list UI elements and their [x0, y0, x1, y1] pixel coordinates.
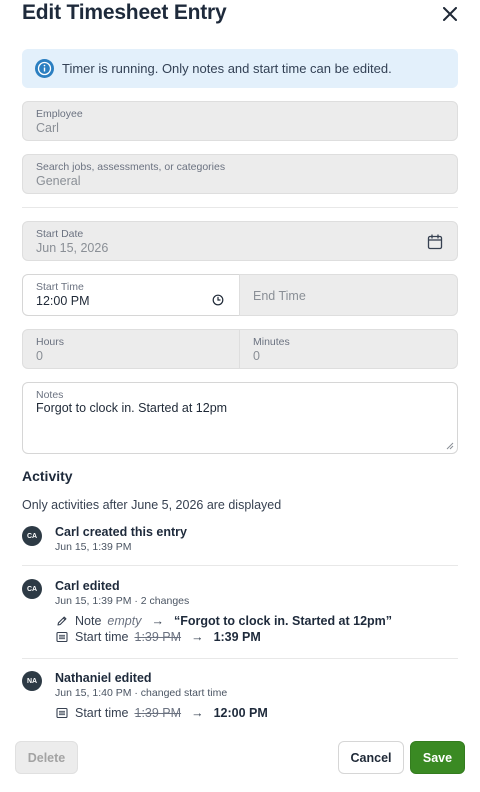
employee-field: Employee Carl — [22, 101, 458, 141]
minutes-value: 0 — [253, 349, 260, 363]
avatar: CA — [22, 579, 42, 599]
change-field: Note — [75, 614, 102, 628]
close-button[interactable] — [438, 2, 462, 26]
start-time-field[interactable]: Start Time 12:00 PM — [22, 274, 240, 316]
start-time-value[interactable]: 12:00 PM — [36, 294, 90, 308]
job-search-value: General — [36, 174, 81, 188]
pencil-icon — [55, 614, 69, 628]
notes-textarea[interactable]: Forgot to clock in. Started at 12pm — [36, 401, 227, 415]
dialog-header: Edit Timesheet Entry — [22, 0, 462, 28]
hours-value: 0 — [36, 349, 43, 363]
employee-label: Employee — [36, 108, 83, 120]
start-date-field: Start Date Jun 15, 2026 — [22, 221, 458, 261]
avatar: NA — [22, 671, 42, 691]
calendar-icon — [427, 234, 443, 250]
form-divider — [22, 207, 458, 208]
employee-value: Carl — [36, 121, 59, 135]
clock-icon[interactable] — [212, 294, 224, 306]
activity-title: Carl edited — [55, 579, 120, 593]
avatar: CA — [22, 526, 42, 546]
job-search-field: Search jobs, assessments, or categories … — [22, 154, 458, 194]
activity-item: CA Carl created this entry Jun 15, 1:39 … — [22, 522, 458, 566]
job-search-label: Search jobs, assessments, or categories — [36, 161, 226, 173]
arrow-icon: → — [191, 706, 204, 720]
minutes-label: Minutes — [253, 336, 290, 348]
change-new-value: 12:00 PM — [213, 706, 268, 720]
notes-label: Notes — [36, 389, 64, 401]
start-date-label: Start Date — [36, 228, 84, 240]
activity-title: Nathaniel edited — [55, 671, 152, 685]
close-icon[interactable] — [443, 7, 457, 21]
arrow-icon: → — [191, 630, 204, 644]
list-icon — [55, 706, 69, 720]
change-new-value: 1:39 PM — [213, 630, 261, 644]
change-row: Start time 1:39 PM → 12:00 PM — [55, 706, 268, 720]
activity-meta: Jun 15, 1:39 PM — [55, 541, 132, 553]
minutes-field: Minutes 0 — [239, 329, 458, 369]
resize-handle-icon[interactable] — [446, 442, 454, 450]
end-time-placeholder: End Time — [253, 289, 306, 303]
change-old-value: 1:39 PM — [134, 706, 182, 720]
activity-divider — [22, 565, 458, 566]
end-time-field: End Time — [239, 274, 458, 316]
cancel-button[interactable]: Cancel — [338, 741, 404, 774]
activity-meta: Jun 15, 1:40 PM · changed start time — [55, 687, 228, 699]
save-button[interactable]: Save — [410, 741, 465, 774]
arrow-icon: → — [151, 614, 164, 628]
list-icon — [55, 630, 69, 644]
activity-meta: Jun 15, 1:39 PM · 2 changes — [55, 595, 190, 607]
change-row: Start time 1:39 PM → 1:39 PM — [55, 630, 261, 644]
activity-divider — [22, 658, 458, 659]
hours-label: Hours — [36, 336, 65, 348]
start-date-value: Jun 15, 2026 — [36, 241, 109, 255]
dialog-title: Edit Timesheet Entry — [22, 1, 227, 24]
change-new-value: “Forgot to clock in. Started at 12pm” — [173, 614, 393, 628]
banner-text: Timer is running. Only notes and start t… — [62, 61, 392, 76]
activity-item: CA Carl edited Jun 15, 1:39 PM · 2 chang… — [22, 576, 458, 659]
delete-button[interactable]: Delete — [15, 741, 78, 774]
info-icon — [35, 59, 54, 78]
timer-running-banner: Timer is running. Only notes and start t… — [22, 49, 458, 88]
change-field: Start time — [75, 630, 129, 644]
activity-info: Only activities after June 5, 2026 are d… — [22, 498, 282, 512]
change-old-value: 1:39 PM — [134, 630, 182, 644]
start-time-label: Start Time — [36, 281, 84, 293]
change-row: Note empty → “Forgot to clock in. Starte… — [55, 614, 392, 628]
activity-item: NA Nathaniel edited Jun 15, 1:40 PM · ch… — [22, 668, 458, 728]
activity-title: Carl created this entry — [55, 525, 187, 539]
activity-heading: Activity — [22, 468, 73, 484]
hours-field: Hours 0 — [22, 329, 240, 369]
notes-field[interactable]: Notes Forgot to clock in. Started at 12p… — [22, 382, 458, 454]
change-old-value: empty — [107, 614, 142, 628]
change-field: Start time — [75, 706, 129, 720]
